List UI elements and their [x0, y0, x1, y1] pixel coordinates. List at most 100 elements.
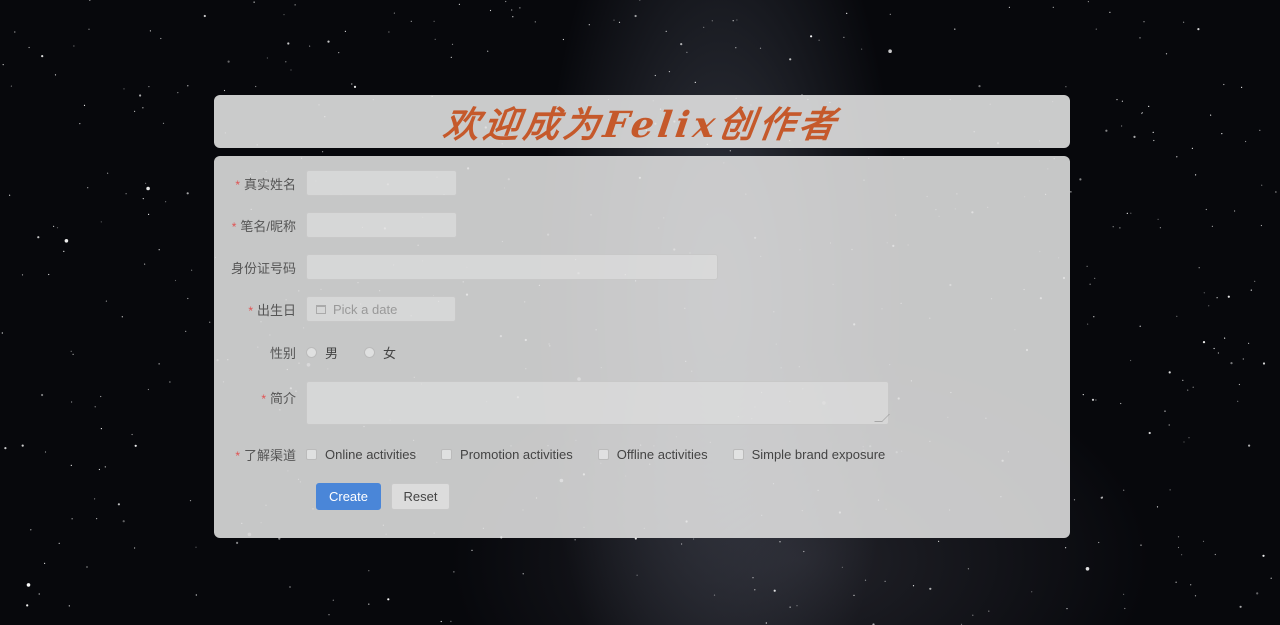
star: [191, 269, 193, 271]
intro-textarea[interactable]: [306, 381, 890, 425]
star: [322, 151, 324, 153]
star: [1182, 379, 1184, 381]
star: [1126, 212, 1128, 214]
channel-option-offline[interactable]: Offline activities: [597, 447, 708, 462]
star: [94, 498, 96, 500]
checkbox-icon[interactable]: [306, 449, 317, 460]
required-mark: *: [261, 392, 266, 406]
channel-option-label: Online activities: [325, 447, 417, 462]
form-row-id-number: 身份证号码: [214, 254, 718, 280]
star: [954, 28, 956, 30]
star: [1124, 607, 1126, 610]
star: [1275, 191, 1277, 193]
resize-handle-icon[interactable]: [874, 414, 890, 422]
star: [1094, 277, 1096, 279]
radio-circle-icon[interactable]: [364, 347, 376, 358]
star: [938, 540, 940, 543]
star: [1121, 100, 1123, 102]
birthday-date-picker[interactable]: Pick a date: [306, 296, 456, 322]
star: [1208, 305, 1210, 307]
star: [686, 51, 688, 54]
star: [505, 0, 507, 3]
star: [853, 594, 855, 597]
star: [148, 213, 150, 215]
star: [134, 110, 136, 112]
star: [169, 381, 171, 383]
star: [1153, 139, 1155, 142]
star: [144, 263, 146, 265]
star: [1120, 402, 1122, 405]
star: [142, 107, 144, 109]
star: [1224, 337, 1226, 339]
id-number-input[interactable]: [306, 254, 718, 280]
star: [1157, 218, 1159, 220]
star: [1101, 496, 1103, 498]
header-banner: 欢迎成为Felix创作者: [214, 95, 1070, 148]
create-button[interactable]: Create: [316, 483, 381, 510]
form-row-intro: * 简介: [214, 381, 890, 425]
star: [1187, 389, 1189, 391]
star: [1183, 441, 1185, 443]
star: [186, 192, 189, 195]
star: [680, 43, 683, 46]
star: [434, 38, 436, 41]
gender-option-male[interactable]: 男: [306, 343, 338, 362]
star: [203, 14, 206, 18]
star: [1197, 28, 1200, 31]
star: [796, 605, 798, 607]
star: [634, 14, 637, 18]
star: [1242, 358, 1244, 360]
form-row-channels: * 了解渠道 Online activities Promotion activi…: [214, 445, 910, 464]
star: [754, 589, 756, 591]
star: [139, 94, 142, 97]
star: [1248, 444, 1251, 447]
real-name-input[interactable]: [306, 170, 457, 196]
channel-option-label: Offline activities: [616, 447, 708, 462]
star: [1223, 83, 1225, 86]
pen-name-input[interactable]: [306, 212, 457, 238]
star: [309, 45, 311, 47]
radio-circle-icon[interactable]: [306, 347, 317, 358]
star: [1202, 540, 1205, 543]
star: [253, 1, 255, 3]
star: [53, 225, 55, 227]
checkbox-icon[interactable]: [441, 449, 453, 460]
checkbox-icon[interactable]: [732, 449, 744, 460]
channel-option-promotion[interactable]: Promotion activities: [441, 447, 573, 462]
star: [1205, 208, 1207, 211]
star: [450, 620, 452, 623]
star: [1109, 11, 1111, 13]
star: [123, 88, 125, 90]
star: [888, 49, 892, 53]
form-row-real-name: * 真实姓名: [214, 170, 457, 196]
checkbox-icon[interactable]: [597, 449, 609, 460]
channel-option-brand[interactable]: Simple brand exposure: [732, 447, 885, 462]
star: [511, 9, 513, 11]
star: [37, 236, 40, 239]
star: [1156, 506, 1159, 508]
reset-button[interactable]: Reset: [391, 483, 450, 510]
star: [70, 350, 72, 352]
star: [471, 549, 473, 551]
star: [1133, 135, 1136, 138]
star: [1052, 6, 1054, 8]
star: [134, 444, 137, 447]
star: [1119, 227, 1121, 229]
star: [693, 538, 695, 540]
star: [1216, 297, 1218, 299]
star: [654, 74, 656, 77]
star: [972, 614, 974, 616]
star: [185, 330, 187, 332]
required-mark: *: [235, 177, 240, 192]
gender-option-female[interactable]: 女: [364, 343, 396, 362]
star: [1190, 584, 1192, 586]
channel-option-online[interactable]: Online activities: [306, 447, 416, 462]
star: [1130, 359, 1132, 362]
star: [236, 541, 239, 545]
star: [1082, 394, 1084, 396]
star: [1175, 581, 1177, 583]
star: [94, 406, 96, 408]
star: [41, 55, 44, 58]
page-title: 欢迎成为Felix创作者: [440, 103, 843, 146]
gender-option-label: 女: [383, 346, 397, 361]
